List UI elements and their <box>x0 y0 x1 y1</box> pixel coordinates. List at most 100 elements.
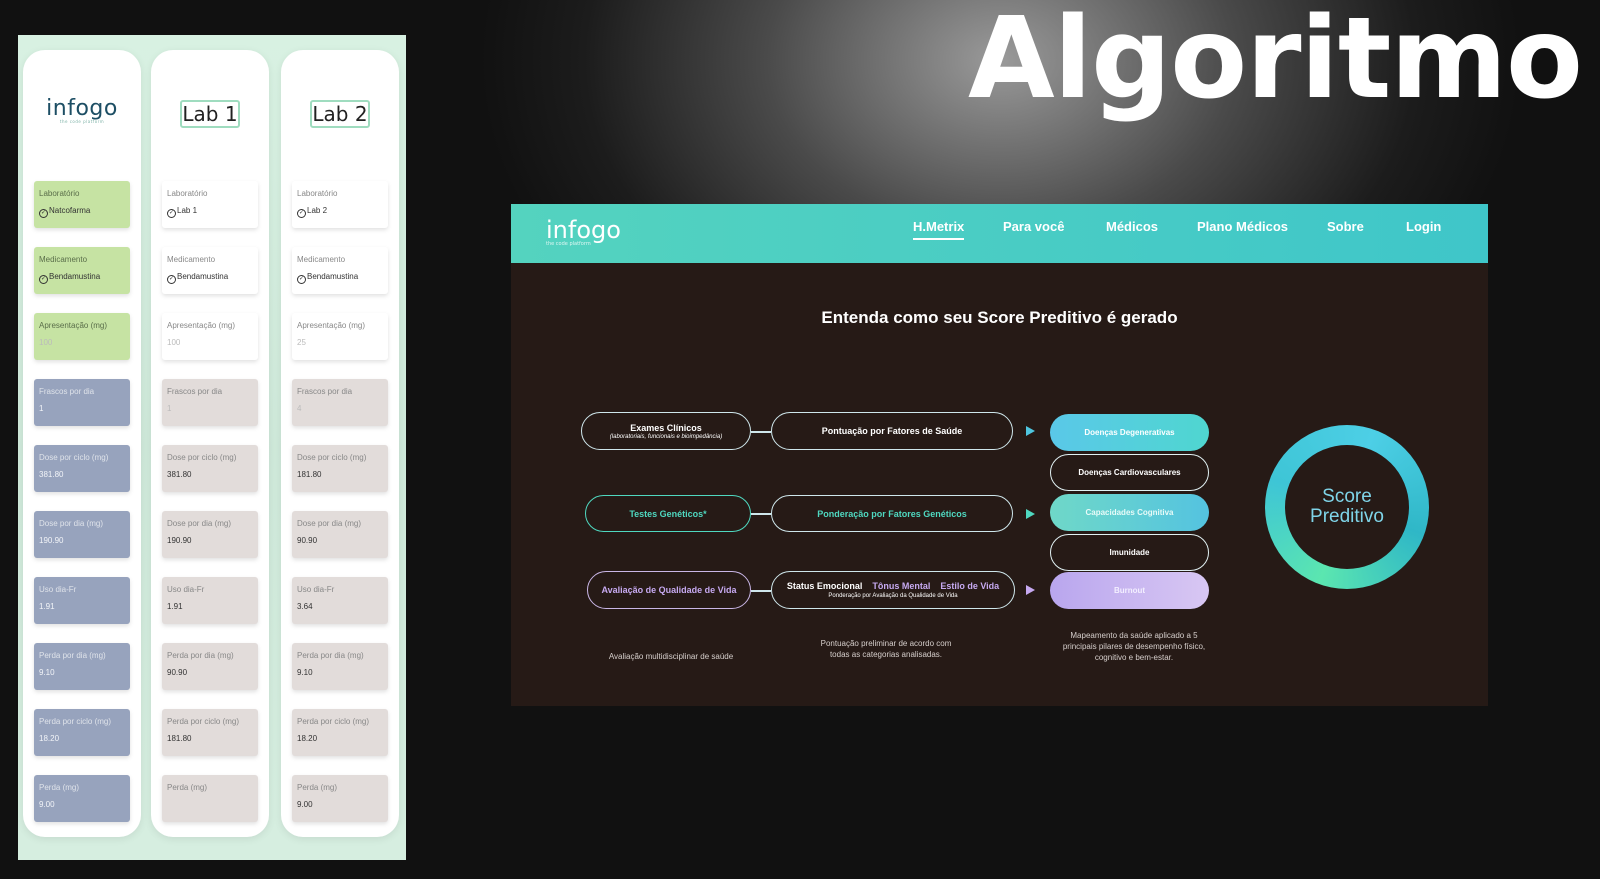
field-value: 1.91 <box>39 602 125 612</box>
field-laborat-rio[interactable]: Laboratório ✓ Lab 2 <box>292 181 388 228</box>
field-dose-por-dia-mg[interactable]: Dose por dia (mg) 190.90 <box>162 511 258 558</box>
category-doencas-degenerativas: Doenças Degenerativas <box>1050 414 1209 451</box>
field-perda-por-ciclo-mg[interactable]: Perda por ciclo (mg) 18.20 <box>34 709 130 756</box>
field-value-text: 3.64 <box>297 602 313 611</box>
field-label: Medicamento <box>167 255 216 264</box>
field-value: 381.80 <box>167 470 253 480</box>
infogo-logo: infogo the code platform <box>46 96 118 124</box>
field-label: Medicamento <box>297 255 346 264</box>
chevron-check-icon: ✓ <box>167 275 176 284</box>
footer-mid: Pontuação preliminar de acordo com todas… <box>820 639 952 659</box>
chevron-check-icon: ✓ <box>167 209 176 218</box>
field-value-text: 18.20 <box>39 734 60 743</box>
field-value: 3.64 <box>297 602 383 612</box>
nav-medicos[interactable]: Médicos <box>1106 219 1158 234</box>
field-label: Dose por dia (mg) <box>39 519 104 528</box>
field-dose-por-dia-mg[interactable]: Dose por dia (mg) 190.90 <box>34 511 130 558</box>
field-medicamento[interactable]: Medicamento ✓ Bendamustina <box>292 247 388 294</box>
field-perda-por-ciclo-mg[interactable]: Perda por ciclo (mg) 18.20 <box>292 709 388 756</box>
connector <box>751 431 771 433</box>
field-frascos-por-dia[interactable]: Frascos por dia 1 <box>34 379 130 426</box>
connector <box>751 513 771 515</box>
field-value: 1 <box>39 404 125 414</box>
field-label: Medicamento <box>39 255 88 264</box>
arrow-icon <box>1026 426 1035 436</box>
field-value-text: Bendamustina <box>307 272 359 281</box>
field-label: Perda por dia (mg) <box>39 651 106 660</box>
field-dose-por-dia-mg[interactable]: Dose por dia (mg) 90.90 <box>292 511 388 558</box>
nav-login[interactable]: Login <box>1406 219 1441 234</box>
field-dose-por-ciclo-mg[interactable]: Dose por ciclo (mg) 381.80 <box>162 445 258 492</box>
nav-hmetrix[interactable]: H.Metrix <box>913 219 965 240</box>
field-medicamento[interactable]: Medicamento ✓ Bendamustina <box>162 247 258 294</box>
field-label: Dose por dia (mg) <box>167 519 232 528</box>
category-capacidades-cognitiva: Capacidades Cognitiva <box>1050 494 1209 531</box>
field-frascos-por-dia[interactable]: Frascos por dia 4 <box>292 379 388 426</box>
field-apresenta-o-mg[interactable]: Apresentação (mg) 25 <box>292 313 388 360</box>
field-label: Frascos por dia <box>167 387 223 396</box>
field-value: 190.90 <box>39 536 125 546</box>
nav-para-voce[interactable]: Para você <box>1003 219 1064 234</box>
field-label: Apresentação (mg) <box>297 321 366 330</box>
field-uso-dia-fr[interactable]: Uso dia-Fr 1.91 <box>162 577 258 624</box>
chevron-check-icon: ✓ <box>39 209 48 218</box>
field-value: 4 <box>297 404 383 414</box>
field-value-text: 190.90 <box>39 536 64 545</box>
field-uso-dia-fr[interactable]: Uso dia-Fr 1.91 <box>34 577 130 624</box>
chevron-check-icon: ✓ <box>297 209 306 218</box>
field-label: Apresentação (mg) <box>39 321 108 330</box>
field-perda-por-dia-mg[interactable]: Perda por dia (mg) 90.90 <box>162 643 258 690</box>
connector <box>751 590 771 592</box>
column-lab-1: Lab 1 Laboratório ✓ Lab 1 Medicamento ✓ Benda… <box>151 50 269 837</box>
field-label: Apresentação (mg) <box>167 321 236 330</box>
score-label: Score Preditivo <box>1285 445 1409 569</box>
field-uso-dia-fr[interactable]: Uso dia-Fr 3.64 <box>292 577 388 624</box>
field-perda-mg[interactable]: Perda (mg) <box>162 775 258 822</box>
site-logo[interactable]: infogo the code platform <box>546 216 621 247</box>
field-value-text: 181.80 <box>167 734 192 743</box>
field-perda-por-ciclo-mg[interactable]: Perda por ciclo (mg) 181.80 <box>162 709 258 756</box>
field-value: ✓ Lab 2 <box>297 206 383 218</box>
field-value-text: 381.80 <box>167 470 192 479</box>
field-apresenta-o-mg[interactable]: Apresentação (mg) 100 <box>34 313 130 360</box>
arrow-icon <box>1026 585 1035 595</box>
navbar: infogo the code platform H.Metrix Para v… <box>511 204 1488 263</box>
quality-of-life-weighting: Status Emocional Tônus Mental Estilo de … <box>771 571 1015 609</box>
field-dose-por-ciclo-mg[interactable]: Dose por ciclo (mg) 381.80 <box>34 445 130 492</box>
field-perda-por-dia-mg[interactable]: Perda por dia (mg) 9.10 <box>34 643 130 690</box>
field-perda-mg[interactable]: Perda (mg) 9.00 <box>34 775 130 822</box>
field-value-text: 9.00 <box>39 800 55 809</box>
field-value-text: 1 <box>167 404 172 413</box>
nav-sobre[interactable]: Sobre <box>1327 219 1364 234</box>
field-value: 9.10 <box>297 668 383 678</box>
field-dose-por-ciclo-mg[interactable]: Dose por ciclo (mg) 181.80 <box>292 445 388 492</box>
field-label: Perda por dia (mg) <box>167 651 234 660</box>
field-value: 9.00 <box>39 800 125 810</box>
field-value-text: 1.91 <box>39 602 55 611</box>
field-label: Frascos por dia <box>297 387 353 396</box>
field-value: 100 <box>39 338 125 348</box>
health-factors-score: Pontuação por Fatores de Saúde <box>771 412 1013 450</box>
field-label: Laboratório <box>297 189 338 198</box>
estilo-de-vida: Estilo de Vida <box>940 581 1000 591</box>
field-label: Dose por ciclo (mg) <box>39 453 109 462</box>
field-laborat-rio[interactable]: Laboratório ✓ Lab 1 <box>162 181 258 228</box>
score-ring: Score Preditivo <box>1265 425 1429 589</box>
field-value: ✓ Bendamustina <box>39 272 125 284</box>
field-laborat-rio[interactable]: Laboratório ✓ Natcofarma <box>34 181 130 228</box>
field-apresenta-o-mg[interactable]: Apresentação (mg) 100 <box>162 313 258 360</box>
nav-plano-medicos[interactable]: Plano Médicos <box>1197 219 1288 234</box>
field-value-text: 1 <box>39 404 44 413</box>
website-screen: infogo the code platform H.Metrix Para v… <box>511 204 1488 706</box>
field-perda-mg[interactable]: Perda (mg) 9.00 <box>292 775 388 822</box>
field-perda-por-dia-mg[interactable]: Perda por dia (mg) 9.10 <box>292 643 388 690</box>
field-label: Perda por ciclo (mg) <box>167 717 240 726</box>
tonus-mental: Tônus Mental <box>872 581 931 591</box>
field-medicamento[interactable]: Medicamento ✓ Bendamustina <box>34 247 130 294</box>
field-value-text: Lab 1 <box>177 206 198 215</box>
field-frascos-por-dia[interactable]: Frascos por dia 1 <box>162 379 258 426</box>
chevron-check-icon: ✓ <box>39 275 48 284</box>
comparison-panel: infogo the code platform Laboratório ✓ Nat… <box>18 35 406 860</box>
footer-right: Mapeamento da saúde aplicado a 5 princip… <box>1062 631 1206 662</box>
field-label: Perda (mg) <box>297 783 338 792</box>
